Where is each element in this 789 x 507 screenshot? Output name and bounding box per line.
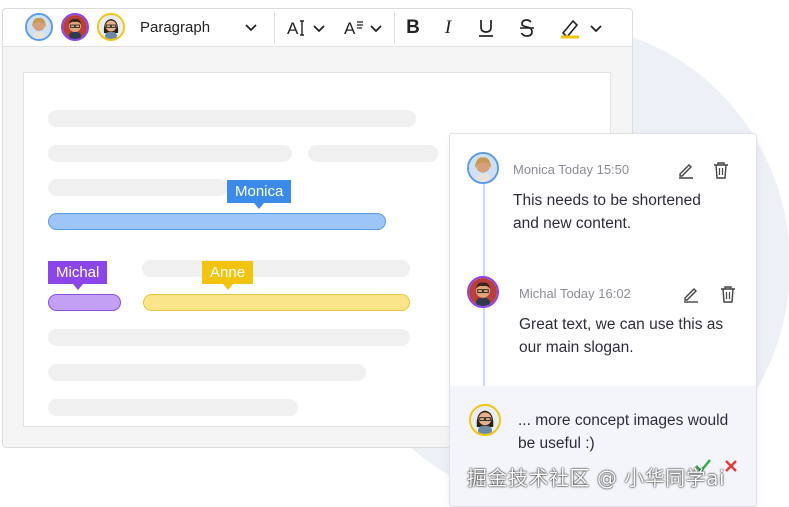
author-tag-anne: Anne bbox=[202, 261, 254, 290]
watermark: 掘金技术社区 @ 小华同学ai bbox=[467, 466, 726, 490]
avatar-monica bbox=[467, 152, 499, 184]
strikethrough-icon[interactable] bbox=[517, 14, 537, 42]
comment-text: Great text, we can use this as our main … bbox=[519, 316, 724, 356]
author-tag-michal: Michal bbox=[48, 261, 108, 290]
comment-text: This needs to be shortened and new conte… bbox=[513, 192, 701, 232]
text-line bbox=[48, 145, 292, 162]
comment-meta: Monica Today 15:50 bbox=[513, 162, 630, 177]
underline-icon[interactable] bbox=[476, 14, 496, 42]
font-size-icon[interactable]: A bbox=[286, 14, 328, 42]
comment-meta: Michal Today 16:02 bbox=[519, 286, 631, 301]
avatar-monica[interactable] bbox=[25, 13, 53, 41]
italic-icon[interactable]: I bbox=[438, 14, 458, 42]
svg-text:A: A bbox=[287, 19, 299, 38]
text-line bbox=[308, 145, 438, 162]
edit-icon[interactable] bbox=[681, 284, 701, 304]
text-line bbox=[48, 179, 228, 196]
delete-icon[interactable] bbox=[711, 160, 731, 180]
comments-panel: Monica Today 15:50 This needs to be shor… bbox=[449, 133, 757, 507]
reply-text[interactable]: ... more concept images would be useful … bbox=[518, 409, 733, 455]
avatar-anne[interactable] bbox=[97, 13, 125, 41]
bold-icon[interactable]: B bbox=[403, 14, 423, 42]
highlight-monica[interactable] bbox=[48, 213, 386, 230]
avatar-michal bbox=[467, 276, 499, 308]
toolbar-divider bbox=[394, 12, 395, 44]
text-format-icon[interactable]: A bbox=[343, 14, 385, 42]
text-line bbox=[48, 329, 410, 346]
delete-icon[interactable] bbox=[718, 284, 738, 304]
edit-icon[interactable] bbox=[676, 160, 696, 180]
text-line bbox=[48, 399, 298, 416]
avatar-anne bbox=[469, 404, 501, 436]
text-line bbox=[142, 260, 410, 277]
paragraph-format-select[interactable]: Paragraph bbox=[140, 19, 210, 36]
text-line bbox=[48, 110, 416, 127]
text-line bbox=[48, 364, 366, 381]
toolbar-divider bbox=[274, 12, 275, 44]
editor-toolbar: Paragraph A A B I bbox=[3, 9, 632, 47]
author-tag-monica: Monica bbox=[227, 180, 292, 209]
chevron-down-icon[interactable] bbox=[243, 14, 259, 42]
avatar-michal[interactable] bbox=[61, 13, 89, 41]
svg-text:A: A bbox=[344, 19, 356, 38]
highlight-anne[interactable] bbox=[143, 294, 410, 311]
highlight-icon[interactable] bbox=[559, 14, 603, 42]
highlight-michal[interactable] bbox=[48, 294, 121, 311]
